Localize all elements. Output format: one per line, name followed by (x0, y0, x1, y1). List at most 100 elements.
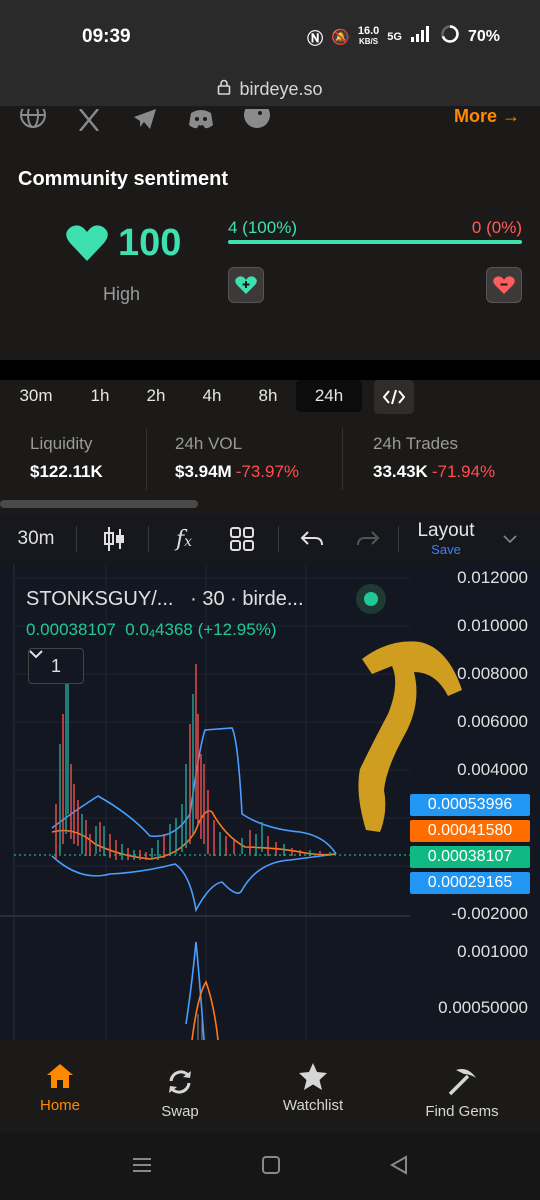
nav-home[interactable]: Home (20, 1040, 100, 1132)
nav-find-gems[interactable]: Find Gems (412, 1046, 512, 1138)
battery-level: 70% (467, 27, 500, 45)
stat-divider (342, 428, 343, 490)
heart-minus-icon (493, 276, 515, 294)
system-navigation-bar (0, 1132, 540, 1200)
y-axis-label: 0.010000 (457, 616, 528, 635)
recent-apps-icon[interactable] (131, 1154, 153, 1181)
home-system-icon[interactable] (261, 1154, 281, 1181)
indicators-icon[interactable]: fx (164, 514, 204, 564)
net-speed: 16.0 KB/S (357, 25, 380, 47)
nav-find-gems-label: Find Gems (425, 1102, 499, 1120)
price-chart[interactable]: STONKSGUY/... · 30 · birde... 0.00038107… (0, 564, 540, 1040)
network-type: 5G (387, 30, 402, 43)
trades-value: 33.43K -71.94% (373, 462, 496, 481)
y-axis-label: 0.006000 (457, 712, 528, 731)
trades-change: -71.94% (431, 462, 496, 481)
live-indicator[interactable] (356, 584, 386, 614)
more-link[interactable]: More → (454, 106, 520, 127)
toolbar-divider (278, 526, 279, 552)
website-icon[interactable] (18, 109, 48, 131)
tab-4h[interactable]: 4h (184, 380, 240, 412)
toolbar-divider (76, 526, 77, 552)
tab-30m[interactable]: 30m (6, 380, 66, 412)
volume-axis-label: 0.00050000 (438, 998, 528, 1017)
candle-type-icon[interactable] (94, 514, 134, 564)
nav-swap-label: Swap (161, 1102, 199, 1120)
volume-label: 24h VOL (175, 434, 243, 453)
status-time: 09:39 (82, 26, 131, 47)
tab-24h[interactable]: 24h (296, 380, 362, 412)
discord-icon[interactable] (186, 109, 216, 131)
vote-positive-button[interactable] (228, 267, 264, 303)
liquidity-stat: Liquidity $122.11K (30, 434, 103, 482)
status-indicators: Ⓝ 🔕 16.0 KB/S 5G 70% (307, 24, 500, 49)
sentiment-score: 100 (118, 222, 182, 264)
trades-stat: 24h Trades 33.43K -71.94% (373, 434, 495, 482)
nav-watchlist-label: Watchlist (282, 1096, 344, 1114)
embed-code-button[interactable] (374, 380, 414, 414)
upper-band-price-tag: 0.00053996 (410, 794, 530, 816)
volume-stat: 24h VOL $3.94M -73.97% (175, 434, 299, 482)
address-bar[interactable]: birdeye.so (0, 72, 540, 106)
url-text: birdeye.so (239, 78, 323, 99)
nfc-icon: Ⓝ (307, 30, 324, 48)
vote-negative-button[interactable] (486, 267, 522, 303)
positive-votes: 4 (100%) (228, 218, 297, 237)
token-info-panel: More → Community sentiment 100 High 4 (1… (0, 106, 540, 360)
signal-icon (410, 26, 432, 47)
lower-band-price-tag: 0.00029165 (410, 872, 530, 894)
liquidity-value: $122.11K (30, 462, 103, 481)
pickaxe-icon (446, 1065, 478, 1099)
interval-selector[interactable]: 30m (8, 514, 64, 564)
home-icon (45, 1059, 75, 1093)
bottom-navigation: Home Swap Watchlist Find Gems (0, 1040, 540, 1132)
chevron-down-icon (29, 650, 43, 659)
trades-label: 24h Trades (373, 434, 459, 453)
chart-pair-title: STONKSGUY/... · 30 · birde... (26, 588, 304, 610)
divider (0, 360, 540, 380)
layout-save-label: Save (431, 542, 461, 557)
indicator-count: 1 (50, 655, 61, 676)
tab-1h[interactable]: 1h (72, 380, 128, 412)
sentiment-bar (228, 240, 522, 244)
token-stats: Liquidity $122.11K 24h VOL $3.94M -73.97%… (0, 414, 540, 514)
negative-votes: 0 (0%) (471, 218, 522, 237)
birdeye-icon[interactable] (242, 109, 272, 131)
nav-home-label: Home (39, 1096, 80, 1114)
horizontal-scrollbar[interactable] (0, 500, 198, 508)
layout-button[interactable]: Layout Save (414, 520, 478, 557)
toolbar-divider (148, 526, 149, 552)
volume-change: -73.97% (235, 462, 300, 481)
heart-icon (66, 224, 108, 267)
heart-plus-icon (235, 276, 257, 294)
mute-icon: 🔕 (331, 28, 350, 46)
nav-swap[interactable]: Swap (140, 1046, 220, 1138)
y-axis-label: 0.008000 (457, 664, 528, 683)
chevron-down-icon[interactable] (496, 514, 524, 564)
lock-icon (217, 79, 231, 100)
tab-2h[interactable]: 2h (128, 380, 184, 412)
indicator-toggle-button[interactable]: 1 (28, 648, 84, 684)
volume-axis-label: 0.001000 (457, 942, 528, 961)
volume-value: $3.94M -73.97% (175, 462, 300, 481)
undo-icon[interactable] (294, 514, 330, 564)
community-sentiment-title: Community sentiment (18, 168, 229, 190)
last-price-tag: 0.00038107 (410, 846, 530, 868)
chart-last-price: 0.00038107 (26, 620, 116, 639)
star-icon (298, 1059, 328, 1093)
timeframe-selector: 30m 1h 2h 4h 8h 24h (0, 380, 540, 414)
tab-8h[interactable]: 8h (240, 380, 296, 412)
back-icon[interactable] (389, 1154, 409, 1181)
x-twitter-icon[interactable] (74, 109, 104, 131)
redo-icon[interactable] (350, 514, 386, 564)
nav-watchlist[interactable]: Watchlist (268, 1040, 358, 1132)
templates-icon[interactable] (222, 514, 262, 564)
y-axis-label: 0.004000 (457, 760, 528, 779)
telegram-icon[interactable] (130, 109, 160, 131)
battery-icon (440, 24, 460, 49)
y-axis-label: 0.012000 (457, 568, 528, 587)
code-icon (383, 389, 405, 405)
y-axis-label: -0.002000 (451, 904, 528, 923)
stat-divider (146, 428, 147, 490)
chart-ohlc-values: 0.00038107 0.044368 (+12.95%) (26, 620, 277, 640)
